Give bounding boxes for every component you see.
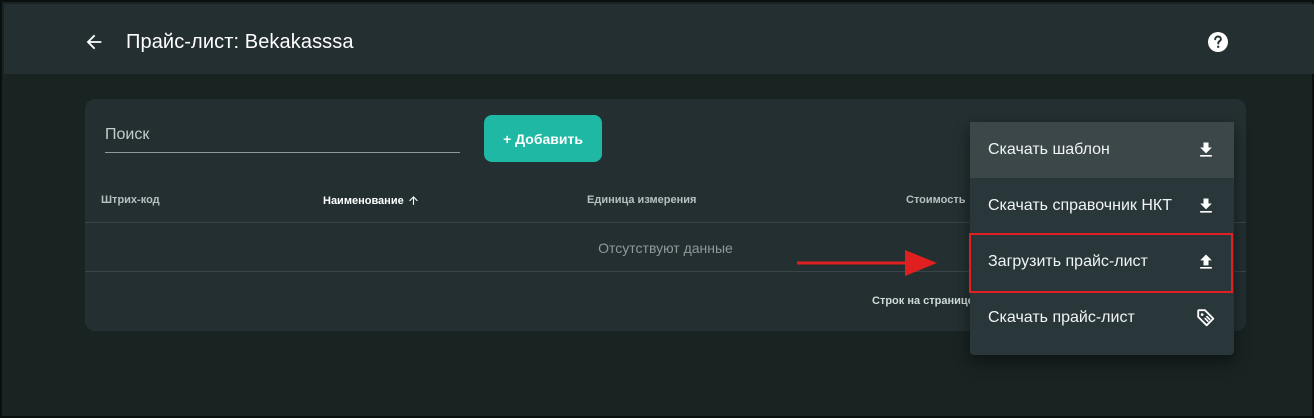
sort-arrow-up-icon (408, 196, 418, 205)
column-header-price[interactable]: Стоимость (906, 194, 966, 206)
menu-item-download-price-list[interactable]: Скачать прайс-лист (970, 290, 1234, 346)
menu-item-upload-price-list[interactable]: Загрузить прайс-лист (970, 234, 1234, 290)
download-icon (1194, 194, 1218, 218)
download-icon (1194, 138, 1218, 162)
column-header-name[interactable]: Наименование (323, 194, 420, 207)
help-button[interactable] (1206, 30, 1230, 54)
back-button[interactable] (80, 28, 108, 56)
search-input[interactable] (105, 115, 460, 152)
arrow-left-icon (86, 34, 102, 50)
column-header-barcode[interactable]: Штрих-код (101, 194, 160, 206)
add-button[interactable]: + Добавить (484, 115, 602, 162)
page-title: Прайс-лист: Bekakasssa (126, 31, 354, 53)
menu-item-download-nkt[interactable]: Скачать справочник НКТ (970, 178, 1234, 234)
help-icon (1208, 32, 1228, 52)
rows-per-page-label: Строк на странице: (872, 295, 978, 307)
menu-item-download-template[interactable]: Скачать шаблон (970, 122, 1234, 178)
search-field[interactable] (105, 115, 460, 153)
annotation-arrow (797, 250, 937, 276)
top-bar: Прайс-лист: Bekakasssa (4, 4, 1314, 74)
column-header-unit[interactable]: Единица измерения (587, 194, 696, 206)
app-window: Прайс-лист: Bekakasssa + Добавить Штрих-… (0, 0, 1314, 418)
tag-icon (1194, 306, 1218, 330)
upload-icon (1194, 250, 1218, 274)
actions-menu: Скачать шаблон Скачать справочник НКТ За… (970, 122, 1234, 355)
